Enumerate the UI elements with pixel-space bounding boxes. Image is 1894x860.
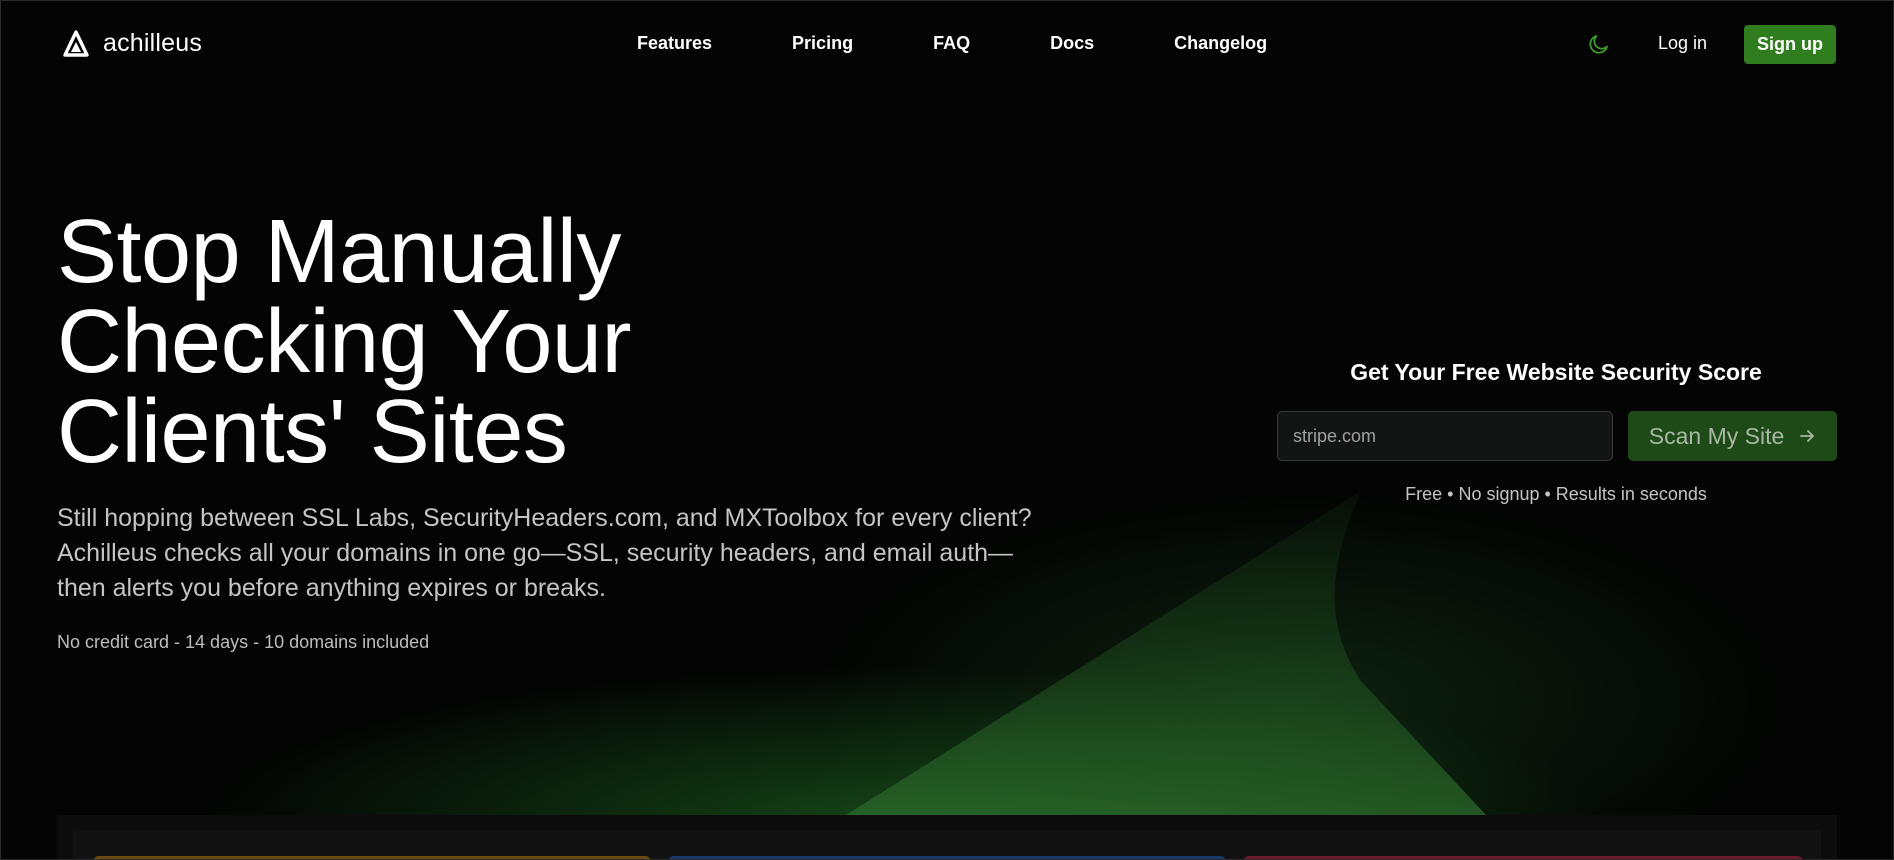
moon-icon[interactable] [1587,32,1611,56]
scan-my-site-button[interactable]: Scan My Site [1628,411,1837,461]
nav-item-faq[interactable]: FAQ [933,33,970,54]
top-navbar: achilleus Features Pricing FAQ Docs Chan… [1,1,1893,89]
hero-title-line-1: Stop Manually [57,202,621,302]
preview-card-orange [93,856,651,859]
nav-item-docs[interactable]: Docs [1050,33,1094,54]
login-link[interactable]: Log in [1658,33,1707,54]
hero-trial-note: No credit card - 14 days - 10 domains in… [57,632,430,652]
nav-item-pricing[interactable]: Pricing [792,33,853,54]
hero-title-line-2: Checking Your [57,292,631,392]
scan-card-title: Get Your Free Website Security Score [1350,359,1762,385]
domain-input[interactable] [1277,411,1613,461]
nav-item-features[interactable]: Features [637,33,712,54]
preview-card-blue [668,856,1226,859]
hero-title: Stop Manually Checking Your Clients' Sit… [57,207,957,477]
scan-note: Free • No signup • Results in seconds [1405,484,1707,504]
hero-description: Still hopping between SSL Labs, Security… [57,504,1032,602]
dashboard-preview [57,815,1837,859]
brand-name: achilleus [103,29,203,57]
preview-card-red [1243,856,1803,859]
brand-logo[interactable]: achilleus [63,29,202,58]
achilleus-logo-icon [63,29,89,57]
landing-page: achilleus Features Pricing FAQ Docs Chan… [0,0,1894,860]
signup-button[interactable]: Sign up [1744,25,1836,64]
hero-title-line-3: Clients' Sites [57,382,568,482]
nav-item-changelog[interactable]: Changelog [1174,33,1267,54]
scan-button-label: Scan My Site [1648,422,1785,449]
arrow-right-icon [1800,430,1815,442]
main-nav: Features Pricing FAQ Docs Changelog [637,33,1267,54]
